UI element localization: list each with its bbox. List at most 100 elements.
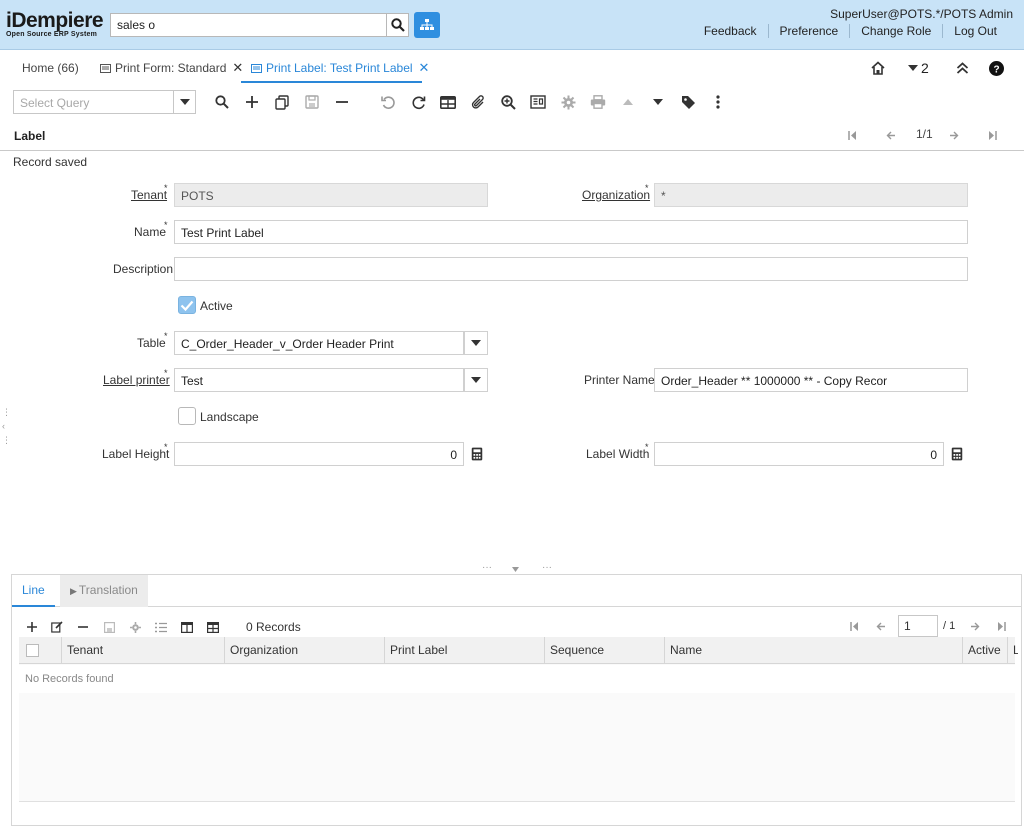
label-button[interactable] <box>680 94 696 110</box>
arrow-right-icon[interactable] <box>970 622 980 631</box>
arrow-left-icon[interactable] <box>876 622 886 631</box>
new-record-button[interactable] <box>244 94 260 110</box>
prev-record-nav[interactable] <box>886 129 896 143</box>
new-line-button[interactable] <box>25 620 39 634</box>
organization-label[interactable]: Organization <box>582 188 650 202</box>
tab-translation[interactable]: ▶ Translation <box>60 575 148 607</box>
preference-link[interactable]: Preference <box>767 24 850 38</box>
delete-button[interactable] <box>334 94 350 110</box>
toggle-grid-button[interactable] <box>206 620 220 634</box>
status-message: Record saved <box>13 155 88 169</box>
close-icon[interactable]: ✕ <box>419 60 430 76</box>
caret-down-icon <box>653 99 663 105</box>
find-button[interactable] <box>214 94 230 110</box>
select-query-dropdown[interactable]: Select Query <box>13 90 196 114</box>
window-count: 2 <box>921 60 929 76</box>
more-options-button[interactable] <box>710 94 726 110</box>
search-icon <box>390 18 405 32</box>
last-page-icon[interactable] <box>997 621 1006 631</box>
column-header-sequence[interactable]: Sequence <box>544 637 664 664</box>
printer-name-label: Printer Name <box>584 373 655 387</box>
attachment-button[interactable] <box>470 94 486 110</box>
detail-panel: Line ▶ Translation 0 Records 1 / 1 Tenant… <box>11 574 1022 826</box>
tab-print-label[interactable]: Print Label: Test Print Label ✕ <box>251 60 429 76</box>
label-width-field[interactable]: 0 <box>654 442 944 466</box>
close-icon[interactable]: ✕ <box>232 60 243 76</box>
name-field[interactable]: Test Print Label <box>174 220 968 244</box>
tab-line[interactable]: Line <box>12 575 55 607</box>
label-height-field[interactable]: 0 <box>174 442 464 466</box>
label-printer-field[interactable]: Test <box>174 368 464 392</box>
undo-icon <box>380 95 395 109</box>
description-field[interactable] <box>174 257 968 281</box>
printer-name-field[interactable]: Order_Header ** 1000000 ** - Copy Recor <box>654 368 968 392</box>
table-dropdown-button[interactable] <box>464 331 488 355</box>
drag-handle-icon: ··· <box>482 562 492 573</box>
tab-home[interactable]: Home (66) <box>22 60 79 76</box>
tenant-field[interactable]: POTS <box>174 183 488 207</box>
next-record-button[interactable] <box>650 94 666 110</box>
tenant-label[interactable]: Tenant <box>131 188 167 202</box>
customize-grid-button[interactable] <box>154 620 168 634</box>
landscape-checkbox[interactable] <box>178 407 196 425</box>
tab-print-form[interactable]: Print Form: Standard ✕ <box>100 60 243 76</box>
logout-link[interactable]: Log Out <box>942 24 1008 38</box>
previous-record-button[interactable] <box>620 94 636 110</box>
search-button[interactable] <box>387 13 409 37</box>
process-line-button[interactable] <box>128 620 142 634</box>
column-header-print-label[interactable]: Print Label <box>384 637 544 664</box>
first-page-icon[interactable] <box>850 621 859 631</box>
caret-down-icon[interactable] <box>512 567 519 572</box>
gear-icon <box>129 621 141 633</box>
name-label: Name <box>134 225 167 239</box>
select-all-checkbox[interactable] <box>26 644 39 657</box>
window-switcher[interactable]: 2 <box>908 60 929 76</box>
print-button[interactable] <box>590 94 606 110</box>
feedback-link[interactable]: Feedback <box>693 24 768 38</box>
column-header-name[interactable]: Name <box>664 637 962 664</box>
detail-pager: 1 / 1 <box>850 615 1006 637</box>
global-search-input[interactable]: sales o <box>110 13 387 37</box>
next-record-nav[interactable] <box>949 129 959 143</box>
help-button[interactable]: ? <box>989 61 1004 76</box>
caret-down-icon <box>471 377 481 383</box>
idempiere-logo[interactable]: iDempiere Open Source ERP System <box>6 10 107 39</box>
column-header-active[interactable]: Active <box>962 637 1007 664</box>
west-panel-handle[interactable]: ⋮ ‹ ⋮ <box>2 405 11 447</box>
zoom-across-button[interactable] <box>500 94 516 110</box>
menu-tree-button[interactable] <box>414 12 440 38</box>
edit-line-button[interactable] <box>50 620 64 634</box>
refresh-button[interactable] <box>410 94 426 110</box>
organization-field[interactable]: * <box>654 183 968 207</box>
report-button[interactable] <box>530 94 546 110</box>
copy-record-button[interactable] <box>274 94 290 110</box>
active-checkbox[interactable] <box>178 296 196 314</box>
last-record-button[interactable] <box>988 129 997 143</box>
column-header-organization[interactable]: Organization <box>224 637 384 664</box>
home-icon[interactable] <box>870 60 886 76</box>
collapse-button[interactable] <box>956 62 969 74</box>
calculator-icon[interactable] <box>951 447 963 461</box>
calculator-icon[interactable] <box>471 447 483 461</box>
column-header-overflow[interactable]: L <box>1007 637 1018 664</box>
save-button[interactable] <box>304 94 320 110</box>
grid-toggle-button[interactable] <box>440 94 456 110</box>
save-line-button[interactable] <box>102 620 116 634</box>
column-header-tenant[interactable]: Tenant <box>61 637 224 664</box>
user-role-label[interactable]: SuperUser@POTS.*/POTS Admin <box>830 7 1013 21</box>
required-marker: * <box>164 368 168 378</box>
process-button[interactable] <box>560 94 576 110</box>
table-label: Table <box>137 336 166 350</box>
toggle-form-button[interactable] <box>180 620 194 634</box>
page-number-input[interactable]: 1 <box>898 615 938 637</box>
first-record-button[interactable] <box>848 129 857 143</box>
plus-icon <box>27 622 37 632</box>
delete-line-button[interactable] <box>76 620 90 634</box>
label-printer-dropdown-button[interactable] <box>464 368 488 392</box>
arrow-right-icon <box>950 131 959 140</box>
label-printer-label[interactable]: Label printer <box>103 373 170 387</box>
table-field[interactable]: C_Order_Header_v_Order Header Print <box>174 331 464 355</box>
change-role-link[interactable]: Change Role <box>849 24 942 38</box>
dropdown-button[interactable] <box>173 91 195 113</box>
undo-button[interactable] <box>380 94 396 110</box>
